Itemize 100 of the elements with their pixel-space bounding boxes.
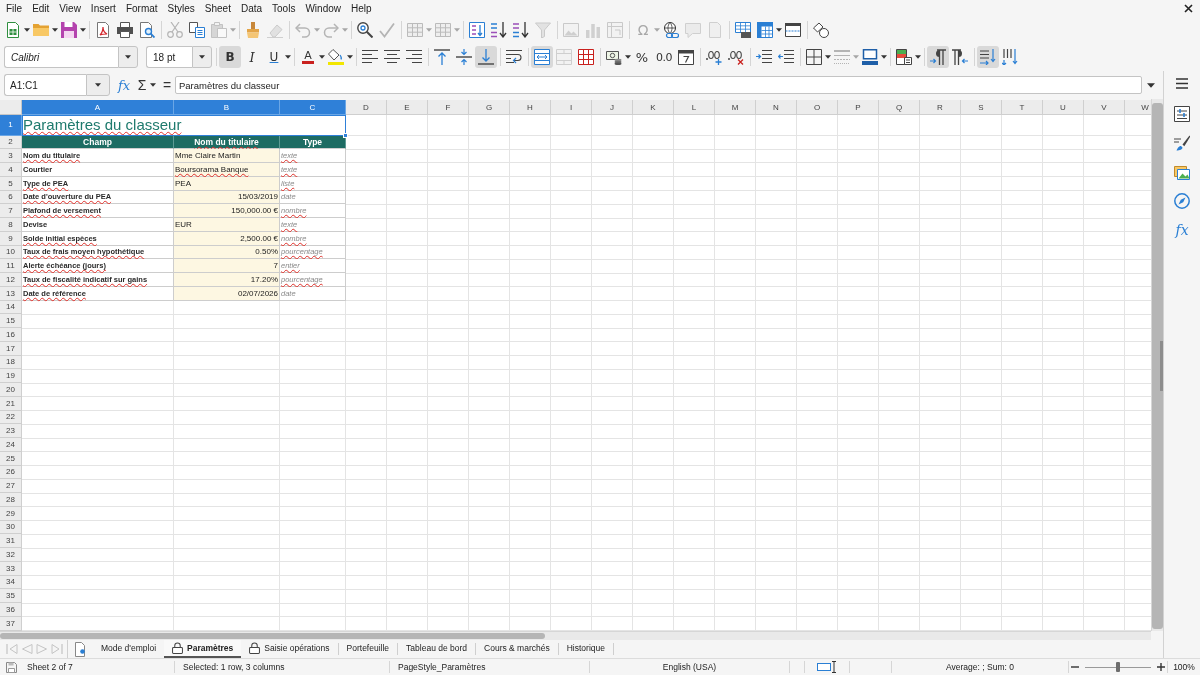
row-header[interactable]: 1 (0, 115, 22, 136)
slider-thumb[interactable] (1116, 662, 1120, 672)
column-header[interactable]: F (428, 100, 469, 115)
sheet-tab[interactable]: Mode d'emploi (93, 640, 164, 658)
fill-handle[interactable] (343, 132, 348, 138)
resize-handle[interactable] (1160, 341, 1163, 391)
column-header[interactable]: J (592, 100, 633, 115)
brush-icon[interactable] (1174, 135, 1190, 151)
left-to-right-button[interactable] (927, 46, 949, 68)
dropdown-button[interactable] (192, 46, 212, 68)
caret-icon[interactable] (319, 55, 325, 59)
column-header[interactable]: O (797, 100, 838, 115)
sheet-tab[interactable]: Tableau de bord (398, 640, 476, 658)
menu-item[interactable]: File (1, 3, 28, 14)
menu-icon[interactable] (1176, 78, 1188, 89)
function-wizard-button[interactable]: fx (116, 75, 132, 95)
underline-button[interactable]: U (263, 46, 285, 68)
sheet-tab[interactable]: Cours & marchés (476, 640, 558, 658)
border-color-button[interactable] (859, 46, 881, 68)
percent-format-button[interactable]: % (631, 46, 653, 68)
column-header[interactable]: N (756, 100, 797, 115)
menu-item[interactable]: Edit (27, 3, 55, 14)
sliders-icon[interactable] (1174, 106, 1190, 122)
menu-item[interactable]: Tools (267, 3, 301, 14)
row-header[interactable]: 19 (0, 369, 22, 383)
column-header[interactable]: D (346, 100, 387, 115)
unmerge-cells-button[interactable] (575, 46, 597, 68)
row-header[interactable]: 32 (0, 548, 22, 562)
menu-item[interactable]: Sheet (199, 3, 236, 14)
borders-button[interactable] (803, 46, 825, 68)
sum-button[interactable]: Σ (136, 75, 148, 95)
row-header[interactable]: 24 (0, 438, 22, 452)
bold-button[interactable]: B (219, 46, 241, 68)
font-color-button[interactable]: A (297, 46, 319, 68)
align-top-button[interactable] (431, 46, 453, 68)
dropdown-button[interactable] (86, 74, 110, 96)
row-header[interactable]: 3 (0, 149, 22, 163)
menu-item[interactable]: Window (300, 3, 346, 14)
column-header[interactable]: R (920, 100, 961, 115)
column-header[interactable]: K (633, 100, 674, 115)
menu-item[interactable]: Insert (85, 3, 121, 14)
caret-icon[interactable] (915, 55, 921, 59)
column-header[interactable]: S (961, 100, 1002, 115)
number-format-button[interactable]: 0.0 (653, 46, 675, 68)
formula-button[interactable]: = (160, 75, 174, 95)
column-header[interactable]: I (551, 100, 592, 115)
column-header[interactable]: E (387, 100, 428, 115)
row-header[interactable]: 20 (0, 383, 22, 397)
caret-icon[interactable] (1147, 82, 1155, 88)
menu-item[interactable]: View (54, 3, 86, 14)
print-button[interactable] (114, 19, 136, 41)
column-header[interactable]: B (174, 100, 280, 115)
column-header[interactable]: T (1002, 100, 1043, 115)
name-box-field[interactable]: A1:C1 (4, 74, 86, 96)
caret-icon[interactable] (881, 55, 887, 59)
row-header[interactable]: 31 (0, 534, 22, 548)
menu-item[interactable]: Styles (162, 3, 200, 14)
caret-icon[interactable] (825, 55, 831, 59)
row-header[interactable]: 4 (0, 163, 22, 177)
sheet-tab[interactable]: Portefeuille (338, 640, 398, 658)
highlight-button[interactable] (325, 46, 347, 68)
menu-item[interactable]: Help (346, 3, 377, 14)
row-header[interactable]: 15 (0, 314, 22, 328)
horizontal-scrollbar[interactable] (0, 631, 1151, 640)
row-header[interactable]: 27 (0, 479, 22, 493)
print-area-button[interactable] (732, 19, 754, 41)
plus-icon[interactable] (1157, 663, 1165, 671)
column-header[interactable]: H (510, 100, 551, 115)
row-header[interactable]: 7 (0, 204, 22, 218)
caret-icon[interactable] (347, 55, 353, 59)
dropdown-button[interactable] (118, 46, 138, 68)
row-header[interactable]: 35 (0, 589, 22, 603)
caret-icon[interactable] (285, 55, 291, 59)
row-header[interactable]: 8 (0, 218, 22, 232)
column-header[interactable]: C (280, 100, 346, 115)
row-header[interactable]: 23 (0, 424, 22, 438)
freeze-button[interactable] (754, 19, 776, 41)
row-header[interactable]: 28 (0, 493, 22, 507)
copy-button[interactable] (186, 19, 208, 41)
functions-button[interactable]: fx (1175, 222, 1189, 238)
caret-icon[interactable] (24, 28, 30, 32)
column-header[interactable]: P (838, 100, 879, 115)
caret-icon[interactable] (776, 28, 782, 32)
row-header[interactable]: 12 (0, 273, 22, 287)
close-icon[interactable] (1184, 4, 1193, 13)
font-size-field[interactable]: 18 pt (146, 46, 192, 68)
merge-center-button[interactable] (531, 46, 553, 68)
font-name-field[interactable]: Calibri (4, 46, 118, 68)
column-header[interactable]: V (1084, 100, 1125, 115)
caret-icon[interactable] (80, 28, 86, 32)
align-middle-button[interactable] (453, 46, 475, 68)
sheet-tab[interactable]: Saisie opérations (241, 640, 338, 658)
column-header[interactable]: A (22, 100, 174, 115)
caret-icon[interactable] (150, 83, 156, 87)
save-button[interactable] (58, 19, 80, 41)
sheet-tab[interactable]: Historique (558, 640, 613, 658)
sheet-tab[interactable]: Paramètres (164, 640, 242, 658)
text-horizontal-button[interactable] (977, 46, 999, 68)
row-header[interactable]: 11 (0, 259, 22, 273)
column-header[interactable]: Q (879, 100, 920, 115)
